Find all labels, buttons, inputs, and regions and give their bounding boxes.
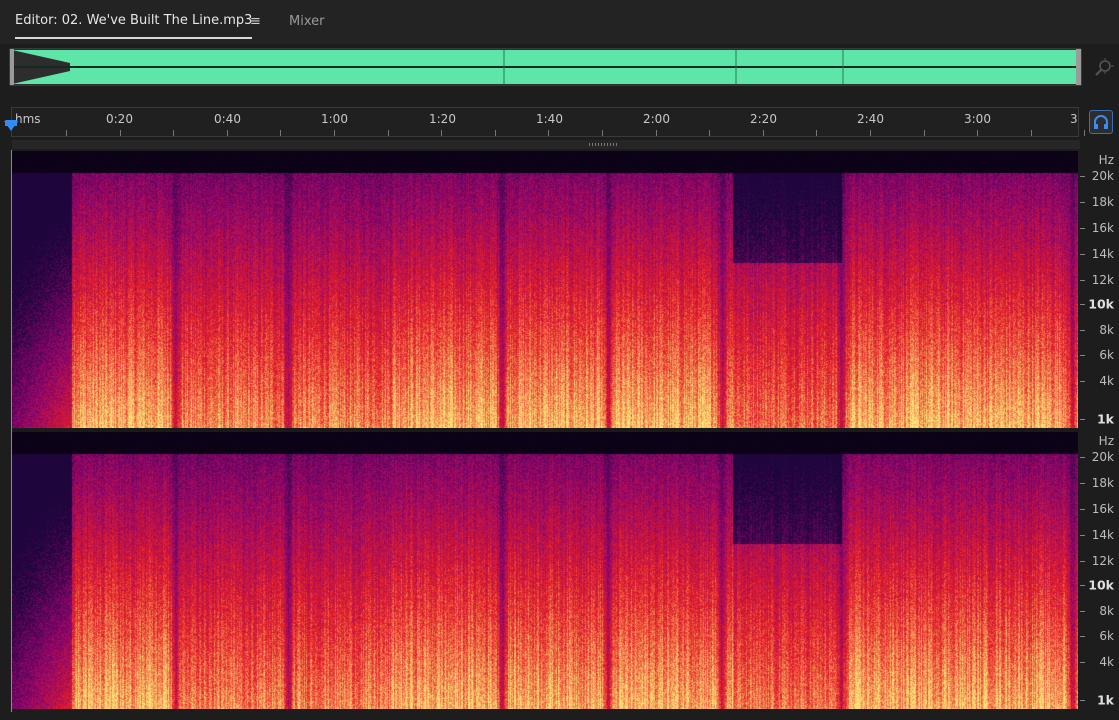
frequency-axis-left: Hz 20k 18k 16k 14k 12k 10k 8k 6k 4k 1k bbox=[1080, 150, 1119, 429]
ruler-tick bbox=[494, 130, 496, 136]
ruler-label: 0:20 bbox=[106, 112, 133, 126]
spectrogram-canvas bbox=[12, 151, 1078, 428]
spectrogram-channel-left[interactable] bbox=[12, 151, 1078, 428]
frequency-label: 8k bbox=[1099, 323, 1114, 337]
frequency-tick bbox=[1080, 419, 1085, 420]
playhead-pointer[interactable] bbox=[4, 121, 18, 131]
frequency-tick bbox=[1080, 585, 1085, 586]
timeline-start-line bbox=[11, 150, 12, 712]
frequency-label: 1k bbox=[1096, 411, 1114, 427]
frequency-tick bbox=[1080, 254, 1085, 255]
time-ruler[interactable]: hms 0:20 0:40 1:00 1:20 1:40 2:00 2:20 2… bbox=[11, 107, 1086, 137]
tab-editor[interactable]: Editor: 02. We've Built The Line.mp3 bbox=[15, 13, 253, 39]
frequency-label: 12k bbox=[1091, 273, 1114, 287]
ruler-tick bbox=[602, 130, 603, 136]
overview-waveform-graphic bbox=[10, 49, 1081, 85]
frequency-label: 16k bbox=[1091, 221, 1114, 235]
ruler-label: 2:40 bbox=[857, 112, 884, 126]
spectrogram-canvas bbox=[12, 432, 1078, 709]
ruler-tick bbox=[1030, 130, 1032, 136]
frequency-tick bbox=[1080, 636, 1085, 637]
ruler-label: 2:20 bbox=[750, 112, 777, 126]
frequency-label: 18k bbox=[1091, 195, 1114, 209]
ruler-tick bbox=[709, 130, 711, 136]
tab-menu-icon[interactable]: ≡ bbox=[250, 14, 261, 29]
frequency-tick bbox=[1080, 700, 1085, 701]
frequency-label: 14k bbox=[1091, 247, 1114, 261]
tab-bar: Editor: 02. We've Built The Line.mp3 ≡ M… bbox=[0, 0, 1119, 44]
frequency-axis-right: Hz 20k 18k 16k 14k 12k 10k 8k 6k 4k 1k bbox=[1080, 431, 1119, 710]
ruler-label: 1:40 bbox=[536, 112, 563, 126]
frequency-tick bbox=[1080, 535, 1085, 536]
ruler-tick bbox=[334, 130, 335, 136]
spectrogram-channel-right[interactable] bbox=[12, 432, 1078, 709]
frequency-tick bbox=[1080, 561, 1085, 562]
frequency-label: 6k bbox=[1099, 629, 1114, 643]
ruler-tick bbox=[387, 130, 389, 136]
ruler-label: 0:40 bbox=[214, 112, 241, 126]
frequency-label: 20k bbox=[1091, 450, 1114, 464]
ruler-tick bbox=[441, 130, 443, 136]
frequency-label: 12k bbox=[1091, 554, 1114, 568]
ruler-label: 3:00 bbox=[964, 112, 991, 126]
ruler-tick bbox=[1084, 130, 1086, 136]
ruler-tick bbox=[816, 130, 818, 136]
ruler-tick bbox=[280, 130, 282, 136]
frequency-label: 6k bbox=[1099, 348, 1114, 362]
frequency-label: 4k bbox=[1099, 374, 1114, 388]
frequency-label: 16k bbox=[1091, 502, 1114, 516]
frequency-tick bbox=[1080, 457, 1085, 458]
frequency-tick bbox=[1080, 228, 1085, 229]
ruler-label: 1:20 bbox=[429, 112, 456, 126]
ruler-tick bbox=[655, 130, 657, 136]
frequency-tick bbox=[1080, 355, 1085, 356]
frequency-tick bbox=[1080, 509, 1085, 510]
tab-editor-label: Editor: 02. We've Built The Line.mp3 bbox=[15, 13, 253, 28]
ruler-tick bbox=[119, 130, 121, 136]
splitter-grip[interactable] bbox=[589, 143, 619, 146]
panel-splitter[interactable] bbox=[12, 140, 1080, 149]
frequency-tick bbox=[1080, 202, 1085, 203]
ruler-label: 3 bbox=[1070, 112, 1078, 126]
frequency-label: 4k bbox=[1099, 655, 1114, 669]
frequency-label: 10k bbox=[1088, 577, 1114, 593]
frequency-tick bbox=[1080, 662, 1085, 663]
ruler-tick bbox=[923, 130, 925, 136]
frequency-tick bbox=[1080, 483, 1085, 484]
tab-mixer[interactable]: Mixer bbox=[289, 14, 324, 29]
frequency-label: 14k bbox=[1091, 528, 1114, 542]
ruler-tick bbox=[762, 130, 764, 136]
frequency-tick bbox=[1080, 304, 1085, 305]
frequency-label: 20k bbox=[1091, 169, 1114, 183]
frequency-tick bbox=[1080, 330, 1085, 331]
ruler-label: 1:00 bbox=[321, 112, 348, 126]
frequency-label: 8k bbox=[1099, 604, 1114, 618]
ruler-tick bbox=[66, 130, 67, 136]
frequency-tick bbox=[1080, 280, 1085, 281]
ruler-tick bbox=[977, 130, 979, 136]
zoom-icon[interactable] bbox=[1093, 56, 1115, 78]
frequency-label: 18k bbox=[1091, 476, 1114, 490]
ruler-tick bbox=[870, 130, 871, 136]
ruler-unit-label: hms bbox=[15, 112, 41, 126]
ruler-label: 2:00 bbox=[643, 112, 670, 126]
frequency-label: 1k bbox=[1096, 692, 1114, 708]
ruler-tick bbox=[548, 130, 550, 136]
frequency-tick bbox=[1080, 611, 1085, 612]
ruler-tick bbox=[173, 130, 175, 136]
frequency-tick bbox=[1080, 381, 1085, 382]
overview-waveform[interactable] bbox=[9, 48, 1082, 86]
headphones-icon[interactable] bbox=[1089, 110, 1113, 134]
frequency-unit-label: Hz bbox=[1098, 434, 1114, 448]
frequency-tick bbox=[1080, 176, 1085, 177]
frequency-unit-label: Hz bbox=[1098, 153, 1114, 167]
ruler-tick bbox=[226, 130, 228, 136]
frequency-label: 10k bbox=[1088, 296, 1114, 312]
